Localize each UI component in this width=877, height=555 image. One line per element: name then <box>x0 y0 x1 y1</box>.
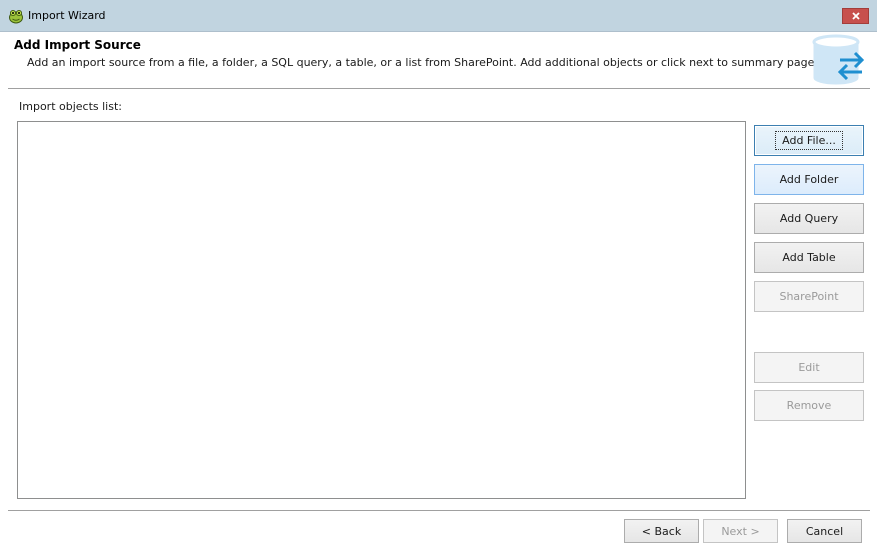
add-folder-label: Add Folder <box>779 173 839 186</box>
page-description: Add an import source from a file, a fold… <box>27 56 818 69</box>
next-label: Next > <box>721 524 760 538</box>
remove-button[interactable]: Remove <box>754 390 864 421</box>
next-button[interactable]: Next > <box>703 519 778 543</box>
close-icon <box>851 12 860 20</box>
frog-app-icon <box>9 9 23 24</box>
import-objects-label: Import objects list: <box>19 100 122 113</box>
wizard-header: Add Import Source Add an import source f… <box>0 32 877 89</box>
database-transfer-icon <box>812 34 865 85</box>
back-label: < Back <box>641 524 682 538</box>
edit-button[interactable]: Edit <box>754 352 864 383</box>
add-folder-button[interactable]: Add Folder <box>754 164 864 195</box>
footer-divider <box>8 510 870 511</box>
add-table-label: Add Table <box>782 251 836 264</box>
add-table-button[interactable]: Add Table <box>754 242 864 273</box>
page-title: Add Import Source <box>14 38 141 52</box>
title-bar: Import Wizard <box>0 0 877 32</box>
add-file-button[interactable]: Add File... <box>754 125 864 156</box>
add-query-label: Add Query <box>779 212 839 225</box>
window-title: Import Wizard <box>28 9 106 22</box>
back-button[interactable]: < Back <box>624 519 699 543</box>
sharepoint-label: SharePoint <box>779 290 839 303</box>
remove-label: Remove <box>786 399 832 412</box>
cancel-button[interactable]: Cancel <box>787 519 862 543</box>
add-file-label: Add File... <box>775 131 843 150</box>
header-divider <box>8 88 870 89</box>
import-objects-list[interactable] <box>17 121 746 499</box>
edit-label: Edit <box>798 361 820 374</box>
close-button[interactable] <box>842 8 869 24</box>
cancel-label: Cancel <box>805 524 844 538</box>
add-query-button[interactable]: Add Query <box>754 203 864 234</box>
sharepoint-button[interactable]: SharePoint <box>754 281 864 312</box>
